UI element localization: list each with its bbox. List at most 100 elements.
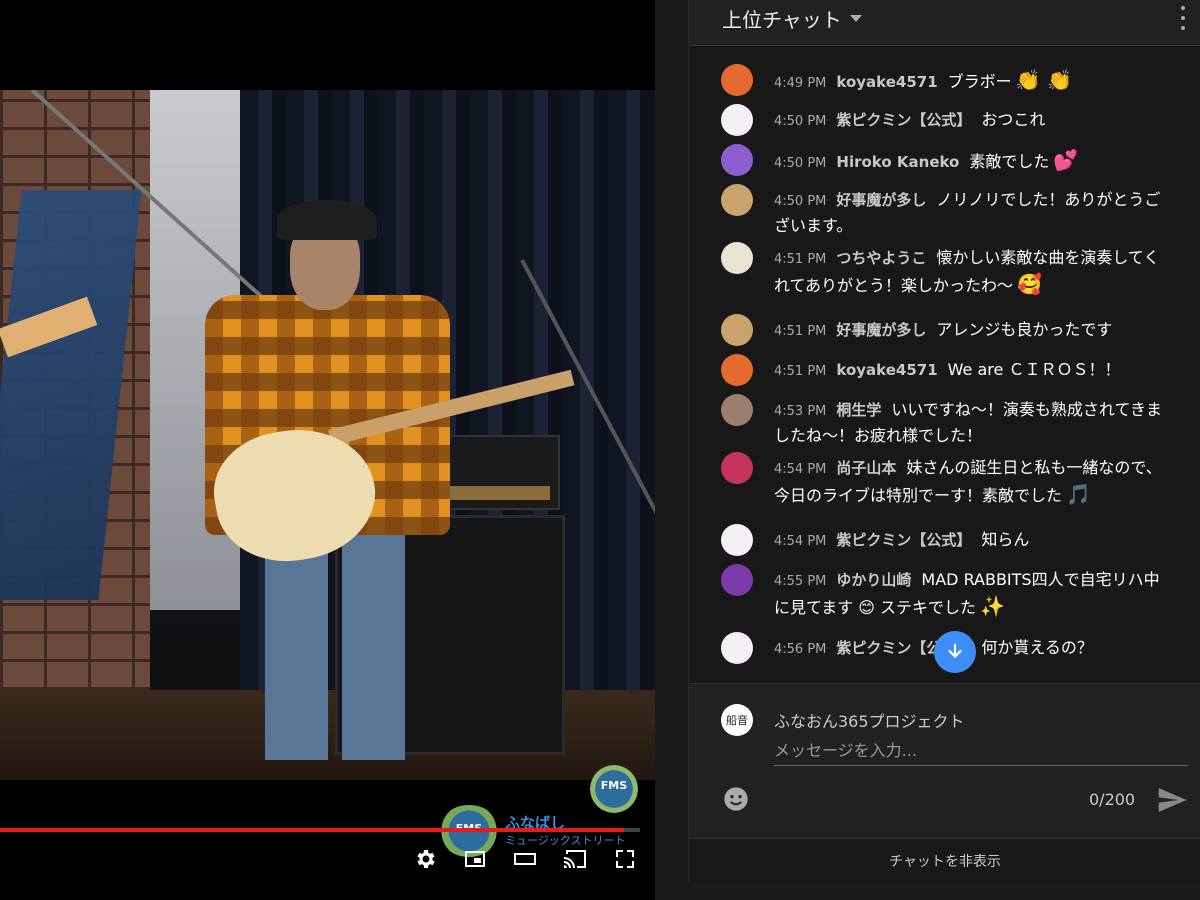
fms-logo-text: FMS bbox=[600, 779, 628, 792]
hide-chat-button[interactable]: チャットを非表示 bbox=[689, 838, 1200, 882]
progress-bar[interactable] bbox=[0, 828, 640, 832]
message-text: 懐かしい素敵な曲を演奏してくれてありがとう！楽しかったわ〜 bbox=[774, 248, 1160, 295]
message-text: 素敵でした bbox=[969, 152, 1050, 171]
player-controls bbox=[410, 842, 640, 876]
theater-mode-icon bbox=[514, 853, 536, 865]
message-timestamp: 4:50 PM bbox=[774, 194, 827, 209]
chat-message-body: 4:51 PM つちやようこ 懐かしい素敵な曲を演奏してくれてありがとう！楽しかった… bbox=[774, 246, 1169, 298]
live-chat-panel: 上位チャット 4:49 PM koyake4571 ブラボー 👏 👏 4:50 PM 紫ピ… bbox=[688, 0, 1200, 882]
chat-message-body: 4:54 PM 尚子山本 妹さんの誕生日と私も一緒なので、今日のライブは特別でーす！… bbox=[774, 456, 1169, 508]
chat-message-body: 4:51 PM 好事魔が多し アレンジも良かったです bbox=[774, 318, 1169, 344]
chat-header: 上位チャット bbox=[689, 0, 1200, 46]
scroll-to-bottom-button[interactable] bbox=[934, 631, 976, 673]
more-options-icon[interactable] bbox=[1179, 6, 1187, 30]
character-counter: 0/200 bbox=[1089, 790, 1136, 809]
chat-message-list[interactable]: 4:49 PM koyake4571 ブラボー 👏 👏 4:50 PM 紫ピクミン【公式】… bbox=[689, 46, 1200, 682]
message-timestamp: 4:54 PM bbox=[774, 462, 827, 477]
avatar[interactable] bbox=[721, 632, 753, 664]
arrow-down-icon bbox=[948, 643, 962, 658]
fullscreen-icon bbox=[616, 850, 634, 868]
message-timestamp: 4:49 PM bbox=[774, 76, 827, 91]
settings-button[interactable] bbox=[410, 844, 440, 874]
message-emoji: ✨ bbox=[980, 594, 1005, 618]
avatar[interactable] bbox=[721, 564, 753, 596]
avatar[interactable] bbox=[721, 242, 753, 274]
message-author[interactable]: 好事魔が多し bbox=[836, 191, 926, 209]
message-text: MAD RABBITS四人で自宅リハ中に見てます 😊 ステキでした bbox=[774, 570, 1160, 617]
message-text: ブラボー bbox=[947, 72, 1012, 91]
chat-message-body: 4:50 PM 好事魔が多し ノリノリでした！ありがとうございます。 bbox=[774, 188, 1169, 238]
message-timestamp: 4:51 PM bbox=[774, 324, 827, 339]
chat-message-body: 4:54 PM 紫ピクミン【公式】 知らん bbox=[774, 528, 1169, 554]
chevron-down-icon bbox=[849, 15, 862, 22]
my-avatar: 船音 bbox=[721, 704, 753, 736]
avatar[interactable] bbox=[721, 144, 753, 176]
hide-chat-label: チャットを非表示 bbox=[889, 853, 1001, 870]
avatar[interactable] bbox=[721, 104, 753, 136]
message-text: We are ＣＩＲＯＳ！！ bbox=[947, 360, 1121, 379]
cast-icon bbox=[564, 850, 586, 868]
message-text: 何か貰えるの？ bbox=[981, 638, 1093, 657]
message-emoji: 🎵 bbox=[1066, 482, 1091, 506]
my-avatar-text: 船音 bbox=[726, 714, 748, 727]
message-timestamp: 4:51 PM bbox=[774, 252, 827, 267]
settings-icon bbox=[417, 850, 435, 868]
message-author[interactable]: koyake4571 bbox=[836, 73, 937, 91]
chat-message-body: 4:50 PM Hiroko Kaneko 素敵でした 💕 bbox=[774, 148, 1169, 176]
avatar[interactable] bbox=[721, 452, 753, 484]
message-author[interactable]: ゆかり山崎 bbox=[836, 571, 911, 589]
smiley-icon bbox=[724, 787, 748, 811]
message-author[interactable]: 桐生学 bbox=[836, 401, 881, 419]
message-author[interactable]: koyake4571 bbox=[836, 361, 937, 379]
message-timestamp: 4:54 PM bbox=[774, 534, 827, 549]
message-author[interactable]: 紫ピクミン【公式】 bbox=[836, 531, 971, 549]
message-author[interactable]: Hiroko Kaneko bbox=[836, 153, 959, 171]
progress-played bbox=[0, 828, 624, 832]
avatar[interactable] bbox=[721, 184, 753, 216]
message-timestamp: 4:50 PM bbox=[774, 114, 827, 129]
message-emoji: 💕 bbox=[1053, 148, 1079, 172]
avatar[interactable] bbox=[721, 354, 753, 386]
chat-mode-label: 上位チャット bbox=[722, 8, 842, 32]
guitarist-cap bbox=[277, 200, 377, 240]
message-text: いいですね〜！演奏も熟成されてきましたね〜！お疲れ様でした！ bbox=[774, 400, 1162, 445]
message-text: アレンジも良かったです bbox=[936, 320, 1113, 339]
message-text: 知らん bbox=[981, 530, 1030, 549]
message-timestamp: 4:55 PM bbox=[774, 574, 827, 589]
send-icon bbox=[1158, 788, 1187, 812]
theater-mode-button[interactable] bbox=[510, 844, 540, 874]
chat-message-body: 4:51 PM koyake4571 We are ＣＩＲＯＳ！！ bbox=[774, 358, 1169, 384]
chat-message-body: 4:53 PM 桐生学 いいですね〜！演奏も熟成されてきましたね〜！お疲れ様でした！ bbox=[774, 398, 1169, 448]
chat-message-body: 4:50 PM 紫ピクミン【公式】 おつこれ bbox=[774, 108, 1169, 134]
message-timestamp: 4:53 PM bbox=[774, 404, 827, 419]
fms-logo: FMS bbox=[590, 765, 638, 813]
video-frame[interactable] bbox=[0, 90, 655, 780]
avatar[interactable] bbox=[721, 394, 753, 426]
send-button[interactable] bbox=[1156, 784, 1188, 816]
chat-mode-dropdown[interactable]: 上位チャット bbox=[722, 4, 862, 33]
message-text: ノリノリでした！ありがとうございます。 bbox=[774, 190, 1161, 235]
chat-message-body: 4:55 PM ゆかり山崎 MAD RABBITS四人で自宅リハ中に見てます 😊 ス… bbox=[774, 568, 1169, 620]
message-timestamp: 4:50 PM bbox=[774, 156, 827, 171]
message-author[interactable]: 好事魔が多し bbox=[836, 321, 926, 339]
message-text: おつこれ bbox=[981, 110, 1046, 129]
video-player[interactable]: FMS FMS ふなばし ミュージックストリート bbox=[0, 0, 655, 900]
avatar[interactable] bbox=[721, 524, 753, 556]
chat-message-input[interactable] bbox=[774, 736, 1188, 766]
avatar[interactable] bbox=[721, 314, 753, 346]
message-author[interactable]: 尚子山本 bbox=[836, 459, 896, 477]
message-timestamp: 4:51 PM bbox=[774, 364, 827, 379]
message-emoji: 👏 👏 bbox=[1015, 68, 1072, 92]
miniplayer-icon bbox=[465, 851, 485, 867]
message-emoji: 🥰 bbox=[1017, 272, 1042, 296]
message-author[interactable]: 紫ピクミン【公式】 bbox=[836, 111, 971, 129]
cast-button[interactable] bbox=[560, 844, 590, 874]
fullscreen-button[interactable] bbox=[610, 844, 640, 874]
emoji-picker-button[interactable] bbox=[722, 785, 750, 813]
avatar[interactable] bbox=[721, 64, 753, 96]
message-timestamp: 4:56 PM bbox=[774, 642, 827, 657]
message-author[interactable]: つちやようこ bbox=[836, 249, 926, 267]
message-text: 妹さんの誕生日と私も一緒なので、今日のライブは特別でーす！素敵でした bbox=[774, 458, 1162, 505]
my-channel-name: ふなおん365プロジェクト bbox=[774, 712, 965, 731]
miniplayer-button[interactable] bbox=[460, 844, 490, 874]
